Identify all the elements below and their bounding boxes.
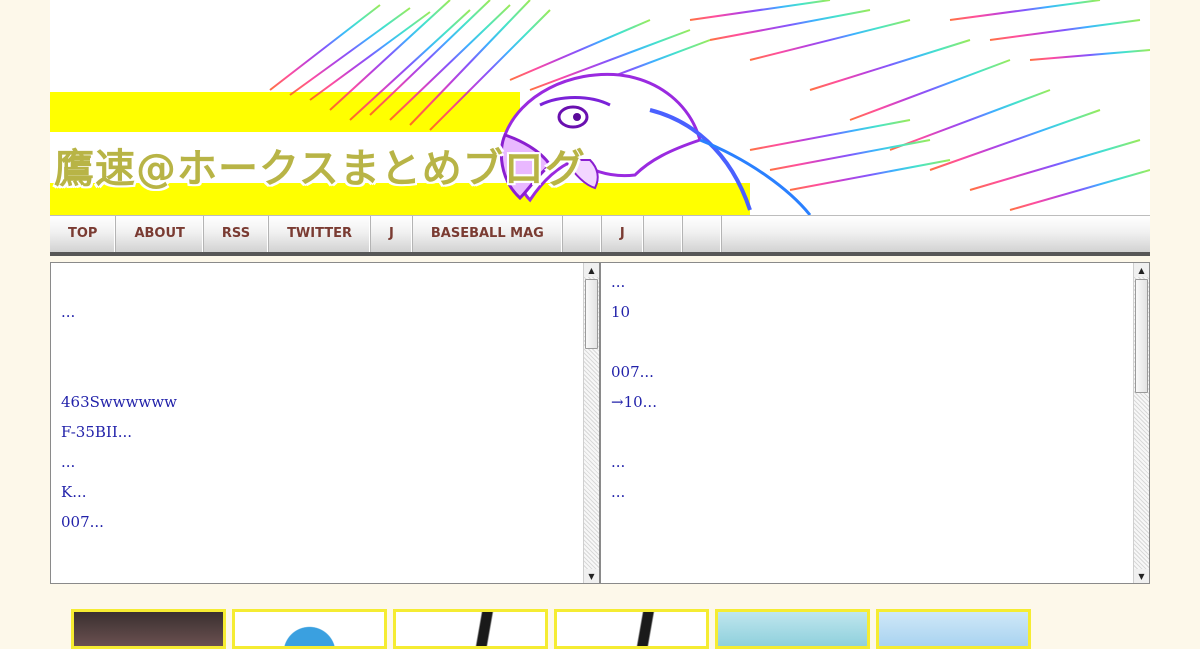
feed-item[interactable]: 007... xyxy=(611,357,1139,387)
nav-j-2[interactable]: J xyxy=(602,216,644,252)
nav-top[interactable]: TOP xyxy=(50,216,117,252)
thumbnail-link[interactable] xyxy=(71,609,226,649)
scroll-down-arrow-icon[interactable]: ▼ xyxy=(584,569,599,583)
feed-item[interactable]: ... xyxy=(611,447,1139,477)
nav-about[interactable]: ABOUT xyxy=(116,216,204,252)
site-title[interactable]: 鷹速@ホークスまとめブログ xyxy=(54,136,586,194)
left-feed-panel[interactable]: ... 463Swwwwww F-35BII... ... K... 007..… xyxy=(50,262,600,584)
nav-empty-3[interactable] xyxy=(683,216,722,252)
right-feed-list: ... 10 007... →10... ... ... xyxy=(601,263,1149,511)
feed-item[interactable]: 007... xyxy=(61,507,589,537)
feed-item[interactable]: ... xyxy=(61,297,589,327)
thumbnail-link[interactable] xyxy=(393,609,548,649)
feed-item[interactable]: ... xyxy=(611,267,1139,297)
nav-baseball-mag[interactable]: BASEBALL MAG xyxy=(413,216,563,252)
thumbnail-link[interactable] xyxy=(715,609,870,649)
thumbnail-link[interactable] xyxy=(876,609,1031,649)
scroll-up-arrow-icon[interactable]: ▲ xyxy=(584,263,599,277)
feed-item[interactable]: →10... xyxy=(611,387,1139,417)
feed-item[interactable] xyxy=(611,417,1139,447)
feed-item[interactable]: 463Swwwwww xyxy=(61,387,589,417)
nav-rss[interactable]: RSS xyxy=(204,216,270,252)
feed-item[interactable]: F-35BII... xyxy=(61,417,589,447)
nav-j[interactable]: J xyxy=(371,216,413,252)
nav-twitter[interactable]: TWITTER xyxy=(269,216,372,252)
scroll-thumb[interactable] xyxy=(1135,279,1148,393)
main-nav: TOP ABOUT RSS TWITTER J BASEBALL MAG J xyxy=(50,215,1150,256)
feed-item[interactable]: ... xyxy=(611,477,1139,507)
feed-item[interactable]: K... xyxy=(61,477,589,507)
feed-item[interactable] xyxy=(611,327,1139,357)
thumbnail-strip xyxy=(71,609,1031,649)
right-feed-panel[interactable]: ... 10 007... →10... ... ... ▲ ▼ xyxy=(600,262,1150,584)
scroll-down-arrow-icon[interactable]: ▼ xyxy=(1134,569,1149,583)
right-scrollbar[interactable]: ▲ ▼ xyxy=(1133,263,1149,583)
feed-item[interactable]: 10 xyxy=(611,297,1139,327)
page: 鷹速@ホークスまとめブログ TOP ABOUT RSS TWITTER J BA… xyxy=(50,0,1150,256)
header-banner[interactable]: 鷹速@ホークスまとめブログ xyxy=(50,0,1150,215)
feed-item[interactable]: ... xyxy=(61,447,589,477)
thumbnail-link[interactable] xyxy=(554,609,709,649)
feed-panels: ... 463Swwwwww F-35BII... ... K... 007..… xyxy=(50,262,1150,584)
scroll-up-arrow-icon[interactable]: ▲ xyxy=(1134,263,1149,277)
nav-empty-1[interactable] xyxy=(563,216,602,252)
left-scrollbar[interactable]: ▲ ▼ xyxy=(583,263,599,583)
scroll-thumb[interactable] xyxy=(585,279,598,349)
nav-empty-2[interactable] xyxy=(644,216,683,252)
feed-item[interactable] xyxy=(61,327,589,357)
feed-item[interactable] xyxy=(61,357,589,387)
feed-item[interactable] xyxy=(61,267,589,297)
thumbnail-link[interactable] xyxy=(232,609,387,649)
left-feed-list: ... 463Swwwwww F-35BII... ... K... 007..… xyxy=(51,263,599,541)
